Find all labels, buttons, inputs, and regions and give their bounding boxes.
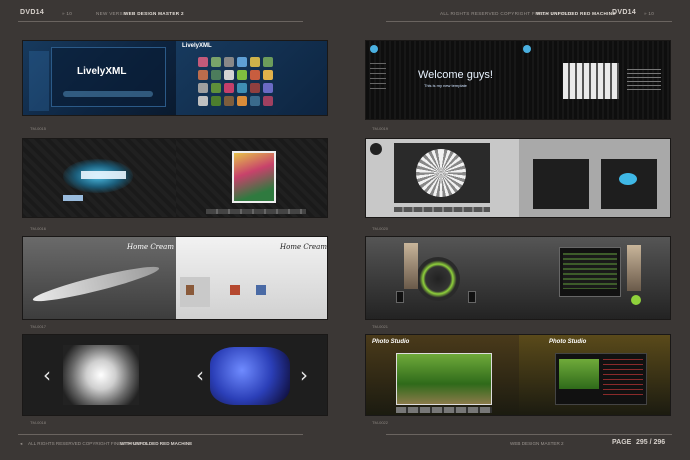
render-right: ‹ › [176,335,327,415]
caption-7: TM-0021 [372,324,389,329]
person-figure-2 [627,245,641,291]
gallery-right: Home Cream [176,237,327,319]
feather-shape [31,261,161,307]
thumb-photo-studio: Photo Studio Photo Studio [365,334,671,416]
caption-5: TM-0019 [372,126,389,131]
thumb-feather-gallery: Home Cream Home Cream [22,236,328,320]
dark-glow-right [176,139,327,217]
header-rule-left [18,21,303,22]
thumb-strip [206,209,306,214]
caption-4: TM-0018 [30,420,47,425]
welcome-right [519,41,670,119]
thumb-photo [559,359,599,389]
livelyxml-title: LivelyXML [77,66,127,77]
prev-arrow-icon[interactable]: ‹ [39,365,55,385]
header-notice-highlight: WITH UNFOLDED RED MACHINE [536,11,616,16]
welcome-title: Welcome guys! [418,69,493,81]
next-arrow-icon[interactable]: › [296,365,312,385]
welcome-left: Welcome guys! This is my new template [366,41,519,119]
gallery-art-3 [256,285,266,295]
glow-text-bar [81,171,126,179]
prev-arrow-icon-2[interactable]: ‹ [192,365,208,385]
music-right [519,237,670,319]
page-footer: ◂ ALL RIGHTS RESERVED COPYRIGHT FINELY P… [0,430,690,460]
shatter-image [63,345,139,405]
caption-6: TM-0020 [372,226,389,231]
caption-8: TM-0022 [372,420,389,425]
header-symbol-right: » 10 [644,11,655,16]
icon-grid [198,57,273,106]
forest-photo [396,353,492,405]
thumb-music-circle [365,236,671,320]
flower-left [366,139,519,217]
studio-left: Photo Studio [366,335,519,415]
caption-1: TM-0015 [30,126,47,131]
gallery-art-1 [186,285,194,295]
footer-highlight: WITH UNFOLDED RED MACHINE [120,441,193,446]
photo-collage [563,63,619,99]
welcome-subtitle: This is my new template [424,83,467,88]
player-list [563,253,617,289]
header-dvd-right: DVD14 [612,9,637,16]
header-symbol-left: » 10 [62,11,73,16]
footer-page-numbers: 295 / 296 [636,439,666,446]
livelyxml-left: LivelyXML [23,41,176,115]
swoosh [63,91,153,97]
photo-frame [232,151,276,203]
feather-title: Home Cream [127,243,174,251]
power-circle-icon[interactable] [416,257,460,301]
sidebar-strip [29,51,49,111]
header-prefix: NEW VERSE [96,11,127,16]
contact-form [533,159,589,209]
caption-2: TM-0016 [30,226,47,231]
footer-rule-left [18,434,303,435]
glow-logo [63,195,83,201]
header-dvd-left: DVD14 [20,9,45,16]
thumb-strip-3 [396,407,492,413]
nav-list [370,63,386,93]
header-breadcrumb: WEB DESIGN MASTER 2 [124,11,184,16]
logo-icon [370,45,378,53]
thumb-flower-contact [365,138,671,218]
feather-left: Home Cream [23,237,176,319]
dark-glow-left [23,139,176,217]
power-button-icon[interactable] [631,295,641,305]
gallery-title: Home Cream [280,243,327,251]
text-lines [603,359,643,399]
badge-icon [370,143,382,155]
speaker-1 [396,291,404,303]
footer-title: WEB DESIGN MASTER 2 [510,441,564,446]
thumb-strip-2 [394,207,490,212]
studio-right: Photo Studio [519,335,670,415]
flower-image [416,149,466,197]
thumb-dark-glow [22,138,328,218]
livelyxml-right: LivelyXML [176,41,327,115]
thumb-shatter-3d: ‹ ‹ › [22,334,328,416]
gallery-wall [180,277,210,307]
thumb-welcome: Welcome guys! This is my new template [365,40,671,120]
shatter-left: ‹ [23,335,176,415]
chat-bubble-icon [619,173,637,185]
gallery-art-2 [230,285,240,295]
thumb-livelyxml: LivelyXML LivelyXML [22,40,328,116]
studio-title: Photo Studio [372,339,410,345]
text-block [627,69,661,91]
logo-icon-2 [523,45,531,53]
footer-page-label: PAGE [612,439,632,446]
header-rule-right [386,21,672,22]
speaker-2 [468,291,476,303]
music-left [366,237,519,319]
studio-title-2: Photo Studio [549,339,587,345]
contact-right [519,139,670,217]
caption-3: TM-0017 [30,324,47,329]
page-header: DVD14 » 10 NEW VERSE WEB DESIGN MASTER 2… [0,0,690,24]
footer-rule-right [386,434,672,435]
person-figure [404,243,418,289]
render-3d-object [210,347,290,405]
footer-symbol: ◂ [20,441,23,446]
livelyxml-title-2: LivelyXML [182,43,212,49]
content-box [51,47,166,107]
